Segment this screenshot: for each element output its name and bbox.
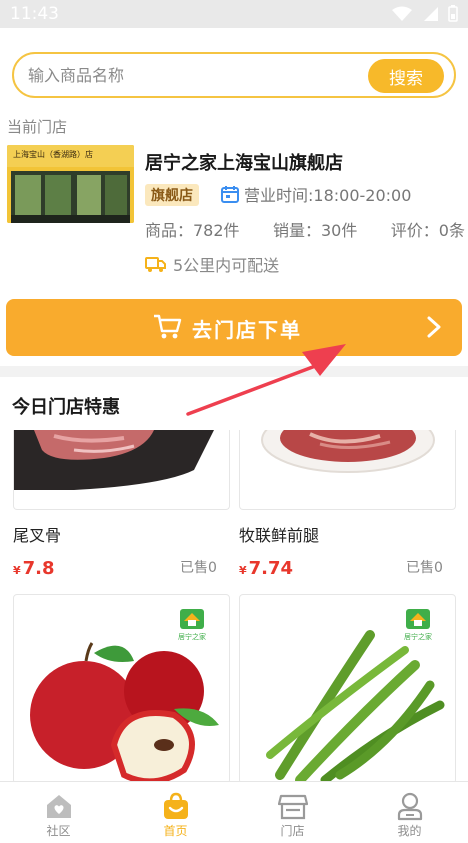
cart-icon [154, 314, 182, 339]
status-time: 11:43 [10, 4, 59, 24]
business-hours: 营业时间:18:00-20:00 [220, 182, 411, 206]
system-icons [392, 5, 458, 22]
business-hours-text: 营业时间:18:00-20:00 [244, 186, 412, 205]
tab-label: 社区 [46, 824, 71, 838]
current-store-label: 当前门店 [7, 118, 68, 136]
stat-sales: 销量：30件 [272, 221, 358, 240]
battery-icon [448, 5, 458, 22]
tab-label: 我的 [397, 824, 422, 838]
go-to-store-order-button[interactable]: 去门店下单 [6, 299, 462, 356]
delivery-truck-icon [145, 257, 166, 272]
delivery-info: 5公里内可配送 [145, 252, 279, 276]
product-card[interactable]: 居宁之家 [239, 594, 456, 784]
tab-profile[interactable]: 我的 [351, 782, 468, 843]
product-card[interactable] [13, 430, 230, 510]
brand-logo-icon [180, 609, 204, 629]
delivery-text: 5公里内可配送 [173, 256, 280, 275]
product-image [14, 430, 214, 490]
section-divider [0, 366, 468, 377]
bottom-tab-bar: 社区 首页 门店 我的 [0, 781, 468, 843]
shopping-bag-icon [163, 792, 188, 819]
tab-label: 门店 [280, 824, 305, 838]
tab-label: 首页 [163, 824, 188, 838]
currency-symbol: ¥ [13, 564, 21, 577]
signal-icon [424, 6, 438, 21]
price-value: 7.8 [22, 558, 55, 579]
brand-label: 居宁之家 [404, 632, 432, 641]
product-image [261, 430, 435, 473]
chevron-right-icon [427, 316, 441, 338]
stat-products: 商品：782件 [145, 221, 240, 240]
community-icon [46, 795, 71, 818]
product-price: ¥7.74 [239, 558, 293, 579]
product-price: ¥7.8 [13, 558, 55, 579]
product-card[interactable] [239, 430, 456, 510]
product-name[interactable]: 尾叉骨 [13, 522, 61, 546]
tab-store[interactable]: 门店 [234, 782, 351, 843]
brand-label: 居宁之家 [178, 632, 206, 641]
tab-community[interactable]: 社区 [0, 782, 117, 843]
store-name[interactable]: 居宁之家上海宝山旗舰店 [145, 149, 343, 175]
store-photo[interactable]: 上海宝山（香湖路）店 [7, 145, 134, 223]
stat-reviews: 评价：0条 [390, 221, 465, 240]
search-button[interactable]: 搜索 [368, 59, 444, 93]
deals-title: 今日门店特惠 [12, 397, 120, 418]
sold-count: 已售0 [180, 560, 217, 576]
flagship-badge: 旗舰店 [145, 184, 199, 206]
price-value: 7.74 [248, 558, 294, 579]
search-input[interactable] [28, 62, 358, 88]
product-card[interactable]: 居宁之家 [13, 594, 230, 784]
search-bar: 搜索 [12, 52, 456, 98]
calendar-icon [221, 186, 239, 203]
wifi-icon [392, 6, 412, 21]
profile-icon [397, 792, 422, 821]
brand-logo-icon [406, 609, 430, 629]
store-sign-text: 上海宝山（香湖路）店 [13, 150, 93, 159]
product-image: 居宁之家 [30, 609, 219, 783]
product-name[interactable]: 牧联鲜前腿 [239, 522, 319, 546]
store-icon [277, 794, 308, 820]
product-image: 居宁之家 [266, 609, 445, 783]
currency-symbol: ¥ [239, 564, 247, 577]
sold-count: 已售0 [406, 560, 443, 576]
order-button-label: 去门店下单 [192, 318, 302, 342]
store-stats: 商品：782件 销量：30件 评价：0条 [145, 217, 465, 241]
tab-home[interactable]: 首页 [117, 782, 234, 843]
status-bar: 11:43 [0, 0, 468, 28]
